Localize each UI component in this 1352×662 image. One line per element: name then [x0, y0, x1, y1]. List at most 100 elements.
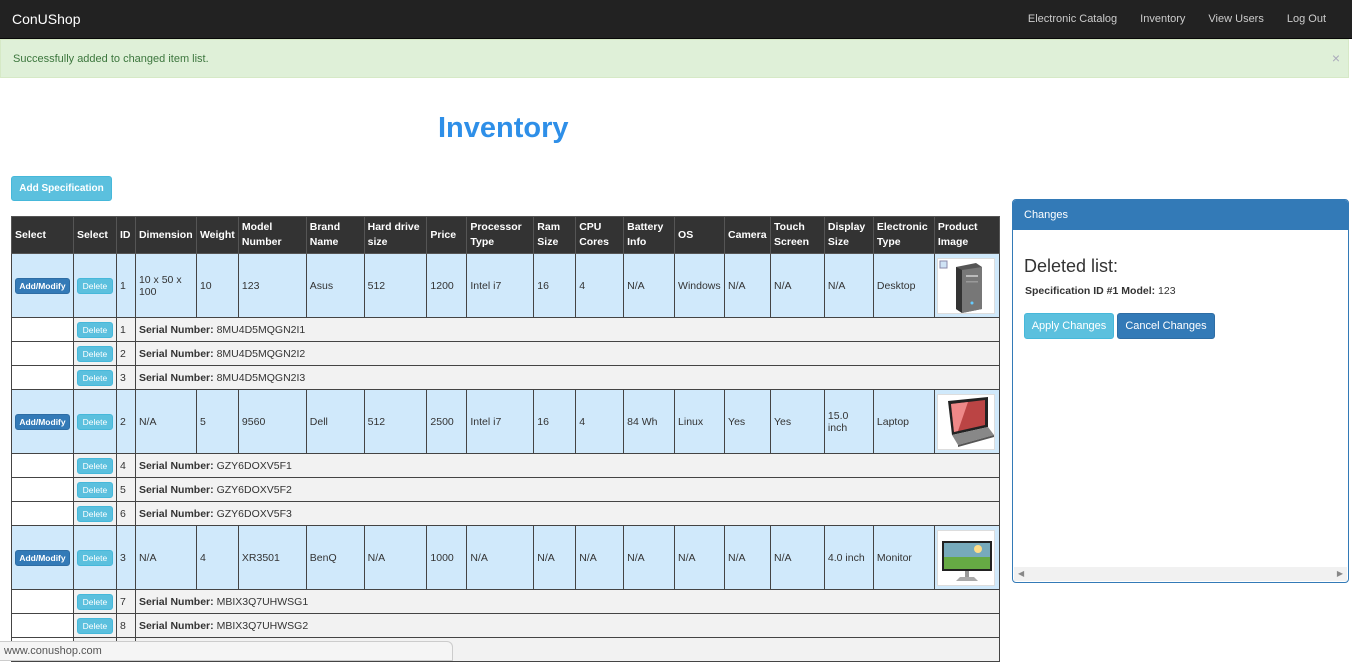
- spec-ram-size: N/A: [533, 525, 577, 590]
- close-icon[interactable]: ×: [1332, 50, 1340, 66]
- header-brand-name: Brand Name: [305, 216, 365, 254]
- spec-processor-type: N/A: [466, 525, 535, 590]
- nav-view-users[interactable]: View Users: [1208, 13, 1263, 25]
- spec-touch-screen: N/A: [770, 253, 825, 318]
- delete-button[interactable]: Delete: [76, 617, 113, 634]
- spec-electronic-type: Desktop: [872, 253, 935, 318]
- item-id: 3: [115, 365, 136, 390]
- spec-display-size: 4.0 inch: [823, 525, 874, 590]
- item-row: Delete 5 Serial Number: GZY6DOXV5F2: [11, 477, 1001, 502]
- spec-dimension: N/A: [134, 525, 197, 590]
- spec-price: 1200: [426, 253, 468, 318]
- delete-button[interactable]: Delete: [76, 369, 113, 386]
- nav-log-out[interactable]: Log Out: [1287, 13, 1326, 25]
- serial-label: Serial Number:: [138, 459, 214, 472]
- spec-electronic-type: Laptop: [872, 389, 935, 454]
- spec-cpu-cores: 4: [575, 253, 625, 318]
- spec-model-number: 9560: [237, 389, 307, 454]
- spec-cpu-cores: N/A: [575, 525, 625, 590]
- nav-inventory[interactable]: Inventory: [1140, 13, 1185, 25]
- deleted-list-heading: Deleted list:: [1024, 256, 1119, 276]
- serial-label: Serial Number:: [138, 483, 214, 496]
- item-id: 4: [115, 453, 136, 478]
- spec-battery-info: 84 Wh: [623, 389, 676, 454]
- deleted-item: Specification ID #1 Model: 123: [1025, 285, 1176, 297]
- serial-number: 8MU4D5MQGN2I2: [216, 347, 306, 360]
- add-modify-button[interactable]: Add/Modify: [14, 549, 70, 566]
- serial-label: Serial Number:: [138, 347, 214, 360]
- spec-touch-screen: Yes: [770, 389, 825, 454]
- page-title: Inventory: [438, 112, 569, 144]
- delete-button[interactable]: Delete: [76, 457, 113, 474]
- item-id: 1: [115, 317, 136, 342]
- delete-button[interactable]: Delete: [76, 345, 113, 362]
- delete-button[interactable]: Delete: [76, 505, 113, 522]
- spec-os: Linux: [674, 389, 726, 454]
- spec-camera: Yes: [724, 389, 772, 454]
- spec-touch-screen: N/A: [770, 525, 825, 590]
- panel-title: Changes: [1013, 200, 1348, 230]
- spec-price: 2500: [426, 389, 468, 454]
- monitor-image: [936, 529, 995, 586]
- scroll-left-icon[interactable]: ◀: [1018, 569, 1024, 578]
- header-os: OS: [674, 216, 726, 254]
- delete-button[interactable]: Delete: [76, 549, 113, 566]
- horizontal-scrollbar[interactable]: ◀ ▶: [1014, 567, 1347, 581]
- delete-button[interactable]: Delete: [76, 481, 113, 498]
- table-header-row: Select Select ID Dimension Weight Model …: [11, 216, 1001, 254]
- success-alert: Successfully added to changed item list.…: [0, 39, 1349, 78]
- item-id: 7: [115, 589, 136, 614]
- header-select-2: Select: [72, 216, 117, 254]
- deleted-item-label: Specification ID #1 Model:: [1025, 285, 1156, 297]
- header-model-number: Model Number: [237, 216, 307, 254]
- spec-ram-size: 16: [533, 253, 577, 318]
- item-row: Delete 7 Serial Number: MBIX3Q7UHWSG1: [11, 589, 1001, 614]
- delete-button[interactable]: Delete: [76, 413, 113, 430]
- changes-panel: Changes Deleted list: Specification ID #…: [1012, 199, 1349, 583]
- serial-number: GZY6DOXV5F3: [216, 507, 292, 520]
- item-id: 8: [115, 613, 136, 638]
- brand-logo[interactable]: ConUShop: [12, 11, 81, 27]
- add-modify-button[interactable]: Add/Modify: [14, 277, 70, 294]
- spec-os: Windows: [674, 253, 726, 318]
- inventory-table: Select Select ID Dimension Weight Model …: [11, 216, 1001, 662]
- header-dimension: Dimension: [134, 216, 197, 254]
- spec-weight: 4: [195, 525, 239, 590]
- spec-price: 1000: [426, 525, 468, 590]
- serial-number: 8MU4D5MQGN2I3: [216, 371, 306, 384]
- spec-row: Add/Modify Delete 1 10 x 50 x 100 10 123…: [11, 253, 1001, 318]
- deleted-item-model: 123: [1158, 285, 1176, 297]
- item-id: 6: [115, 501, 136, 526]
- item-id: 5: [115, 477, 136, 502]
- delete-button[interactable]: Delete: [76, 277, 113, 294]
- delete-button[interactable]: Delete: [76, 321, 113, 338]
- desktop-tower-image: [936, 257, 995, 314]
- spec-cpu-cores: 4: [575, 389, 625, 454]
- spec-display-size: 15.0 inch: [823, 389, 874, 454]
- header-ram-size: Ram Size: [533, 216, 577, 254]
- serial-number: GZY6DOXV5F1: [216, 459, 292, 472]
- spec-dimension: N/A: [134, 389, 197, 454]
- cancel-changes-button[interactable]: Cancel Changes: [1117, 313, 1215, 339]
- add-specification-button[interactable]: Add Specification: [11, 176, 112, 201]
- header-weight: Weight: [195, 216, 239, 254]
- header-processor-type: Processor Type: [466, 216, 535, 254]
- delete-button[interactable]: Delete: [76, 593, 113, 610]
- spec-hard-drive-size: N/A: [363, 525, 428, 590]
- nav-electronic-catalog[interactable]: Electronic Catalog: [1028, 13, 1117, 25]
- spec-model-number: 123: [237, 253, 307, 318]
- apply-changes-button[interactable]: Apply Changes: [1024, 313, 1114, 339]
- header-id: ID: [115, 216, 136, 254]
- header-cpu-cores: CPU Cores: [575, 216, 625, 254]
- header-price: Price: [426, 216, 468, 254]
- spec-model-number: XR3501: [237, 525, 307, 590]
- status-url-bar: www.conushop.com: [0, 641, 453, 661]
- item-row: Delete 6 Serial Number: GZY6DOXV5F3: [11, 501, 1001, 526]
- scroll-right-icon[interactable]: ▶: [1337, 569, 1343, 578]
- add-modify-button[interactable]: Add/Modify: [14, 413, 70, 430]
- serial-number: MBIX3Q7UHWSG1: [216, 595, 309, 608]
- serial-number: MBIX3Q7UHWSG2: [216, 619, 309, 632]
- header-hard-drive-size: Hard drive size: [363, 216, 428, 254]
- spec-hard-drive-size: 512: [363, 389, 428, 454]
- spec-dimension: 10 x 50 x 100: [134, 253, 197, 318]
